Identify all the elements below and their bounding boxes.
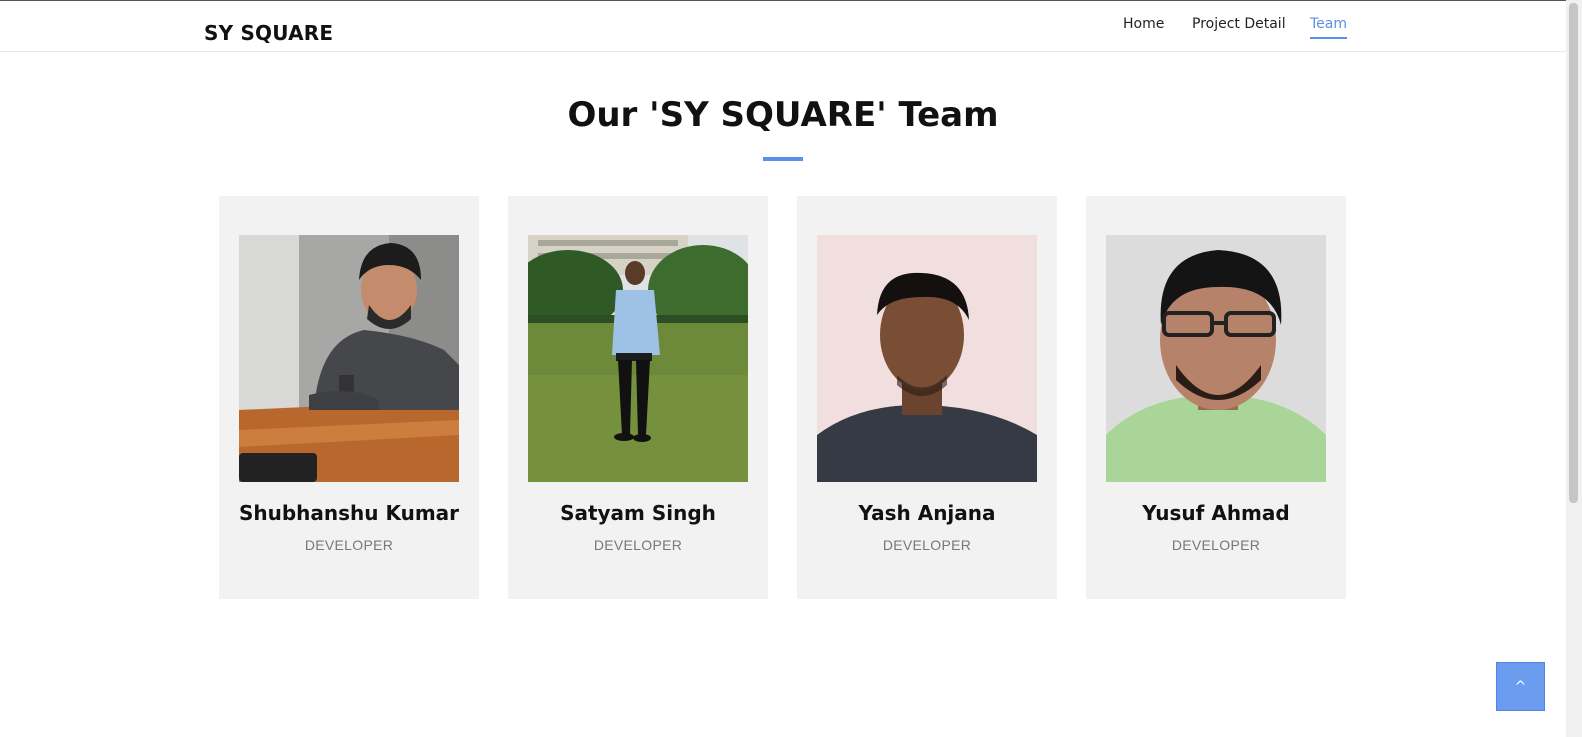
member-photo bbox=[817, 235, 1037, 482]
member-role: DEVELOPER bbox=[304, 537, 394, 553]
member-photo bbox=[1106, 235, 1326, 482]
member-photo bbox=[528, 235, 748, 482]
member-role: DEVELOPER bbox=[1171, 537, 1261, 553]
back-to-top-button[interactable]: ^ bbox=[1496, 662, 1545, 711]
team-card: Yash Anjana DEVELOPER bbox=[797, 196, 1057, 599]
title-underline bbox=[763, 157, 803, 161]
nav-project-detail[interactable]: Project Detail bbox=[1192, 16, 1286, 32]
page-scrollbar[interactable] bbox=[1566, 0, 1582, 737]
nav-home[interactable]: Home bbox=[1123, 16, 1164, 32]
team-card: Shubhanshu Kumar DEVELOPER bbox=[219, 196, 479, 599]
team-card: Satyam Singh DEVELOPER bbox=[508, 196, 768, 599]
member-role: DEVELOPER bbox=[593, 537, 683, 553]
member-role: DEVELOPER bbox=[882, 537, 972, 553]
member-photo bbox=[239, 235, 459, 482]
member-name: Shubhanshu Kumar bbox=[238, 501, 460, 525]
site-logo[interactable]: SY SQUARE bbox=[204, 21, 333, 45]
site-header: SY SQUARE Home Project Detail Team bbox=[0, 1, 1566, 52]
chevron-up-icon: ^ bbox=[1514, 678, 1527, 695]
section-title: Our 'SY SQUARE' Team bbox=[567, 95, 999, 135]
nav-team[interactable]: Team bbox=[1310, 16, 1348, 39]
team-card: Yusuf Ahmad DEVELOPER bbox=[1086, 196, 1346, 599]
member-name: Yusuf Ahmad bbox=[1142, 501, 1290, 525]
member-name: Yash Anjana bbox=[858, 501, 996, 525]
member-name: Satyam Singh bbox=[560, 501, 716, 525]
scrollbar-thumb[interactable] bbox=[1569, 3, 1578, 503]
